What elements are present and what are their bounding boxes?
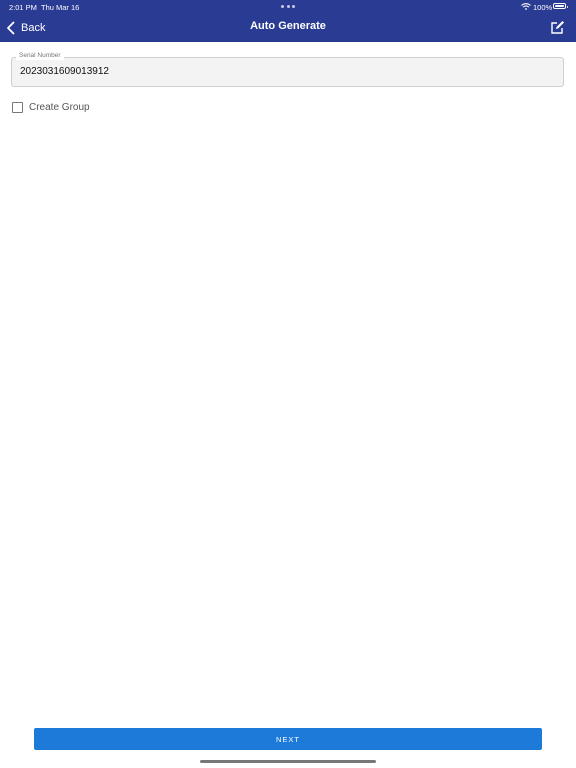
status-time: 2:01 PM bbox=[9, 3, 37, 12]
wifi-icon bbox=[521, 3, 531, 10]
back-button[interactable]: Back bbox=[6, 19, 45, 37]
multitasking-dots-icon[interactable] bbox=[281, 5, 295, 8]
home-indicator bbox=[200, 760, 376, 763]
create-group-checkbox[interactable] bbox=[12, 102, 23, 113]
battery-percentage: 100% bbox=[533, 3, 553, 12]
page-title: Auto Generate bbox=[250, 20, 326, 32]
status-date: Thu Mar 16 bbox=[41, 3, 80, 12]
next-button[interactable]: NEXT bbox=[34, 728, 542, 750]
back-label: Back bbox=[21, 22, 46, 34]
serial-number-label: Serial Number bbox=[16, 52, 64, 60]
battery-icon bbox=[553, 3, 568, 9]
create-group-label: Create Group bbox=[29, 102, 90, 113]
serial-number-value[interactable]: 2023031609013912 bbox=[20, 66, 109, 77]
edit-icon[interactable] bbox=[550, 20, 565, 35]
chevron-left-icon bbox=[7, 21, 15, 35]
create-group-option[interactable]: Create Group bbox=[12, 101, 90, 114]
top-nav-bar: 2:01 PM Thu Mar 16 100% Back Auto Genera… bbox=[0, 0, 576, 42]
